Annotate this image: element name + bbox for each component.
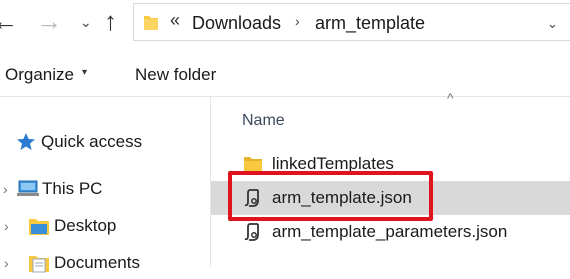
sidebar-item-label: Documents [54, 253, 140, 272]
breadcrumb-current-folder[interactable]: arm_template [315, 13, 425, 34]
back-button[interactable]: ← [0, 6, 18, 36]
column-header-name[interactable]: Name [242, 112, 285, 130]
star-icon [17, 133, 35, 150]
chevron-right-icon[interactable]: › [3, 181, 8, 197]
sidebar-item-documents[interactable]: › Documents [0, 245, 210, 279]
documents-icon [29, 256, 49, 273]
navigation-bar: ← → ⌄ ↑ « Downloads › arm_template ⌄ [0, 0, 570, 46]
address-overflow-button[interactable]: « [170, 10, 180, 31]
address-bar[interactable]: « Downloads › arm_template ⌄ [133, 3, 570, 41]
command-bar: Organize ▾ New folder [0, 47, 570, 97]
chevron-right-icon[interactable]: › [4, 255, 9, 271]
desktop-folder-icon [29, 219, 49, 235]
sidebar-item-label: Quick access [41, 132, 143, 151]
sidebar-item-label: Desktop [54, 216, 117, 235]
up-button[interactable]: ↑ [104, 6, 117, 37]
breadcrumb-downloads[interactable]: Downloads [192, 13, 281, 34]
folder-icon [144, 16, 158, 30]
chevron-down-icon[interactable]: ▾ [82, 67, 87, 78]
breadcrumb-separator[interactable]: › [295, 13, 300, 29]
sidebar-item-quick-access[interactable]: Quick access [0, 124, 210, 158]
organize-button[interactable]: Organize [5, 65, 74, 85]
navigation-pane: Quick access › This PC › Desktop › Docum… [0, 97, 210, 273]
forward-button[interactable]: → [36, 6, 62, 36]
chevron-right-icon[interactable]: › [4, 218, 9, 234]
recent-locations-button[interactable]: ⌄ [80, 14, 92, 31]
sort-ascending-icon: ^ [447, 90, 454, 106]
address-dropdown-button[interactable]: ⌄ [547, 16, 558, 32]
computer-icon [17, 180, 39, 196]
highlight-annotation [228, 171, 433, 221]
json-file-icon [244, 223, 259, 241]
file-name: arm_template_parameters.json [272, 222, 508, 241]
sidebar-item-desktop[interactable]: › Desktop [0, 208, 210, 242]
sidebar-item-label: This PC [42, 179, 103, 198]
sidebar-item-this-pc[interactable]: › This PC [0, 171, 210, 205]
new-folder-button[interactable]: New folder [135, 65, 216, 85]
